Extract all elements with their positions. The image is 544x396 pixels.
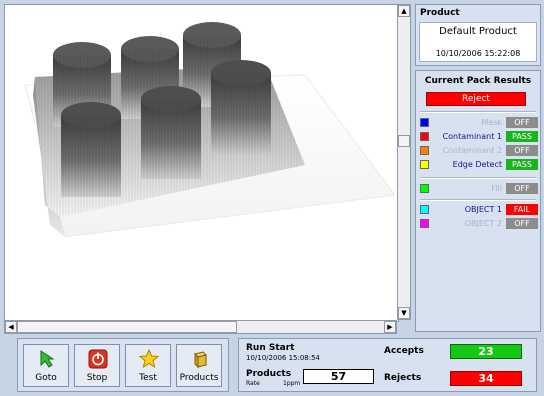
accepts-label: Accepts — [384, 346, 424, 356]
star-icon — [139, 349, 159, 369]
pack-results-panel: Current Pack Results Reject Mask OFF Con… — [415, 70, 541, 332]
inspection-row-object-1[interactable]: OBJECT 1 FAIL — [420, 204, 538, 216]
divider — [420, 199, 536, 201]
products-count-value: 57 — [303, 369, 374, 384]
status-badge: OFF — [506, 145, 538, 156]
horizontal-scroll-thumb[interactable] — [17, 321, 237, 333]
run-start-value: 10/10/2006 15:08:54 — [246, 354, 321, 362]
scroll-left-button[interactable]: ◀ — [5, 321, 17, 333]
test-button[interactable]: Test — [125, 344, 171, 387]
inspection-label: Edge Detect — [452, 160, 502, 169]
inspection-row-fill[interactable]: Fill OFF — [420, 183, 538, 195]
rate-label: Rate — [246, 380, 260, 387]
run-start-label: Run Start — [246, 343, 295, 353]
divider — [420, 111, 536, 113]
inspection-row-object-2[interactable]: OBJECT 2 OFF — [420, 218, 538, 230]
run-stats-panel: Run Start 10/10/2006 15:08:54 Products R… — [238, 338, 537, 392]
color-swatch — [420, 160, 429, 169]
pack-results-title: Current Pack Results — [424, 76, 532, 86]
inspection-row-contaminant-1[interactable]: Contaminant 1 PASS — [420, 131, 538, 143]
inspection-row-contaminant-2[interactable]: Contaminant 2 OFF — [420, 145, 538, 157]
accepts-value: 23 — [450, 344, 522, 359]
goto-arrow-icon — [40, 350, 55, 368]
vertical-scrollbar[interactable]: ▲ ▼ — [397, 4, 411, 320]
products-count-label: Products — [246, 369, 292, 379]
status-badge: OFF — [506, 218, 538, 229]
inspection-label: Contaminant 2 — [442, 146, 502, 155]
product-info-box[interactable]: Default Product 10/10/2006 15:22:08 — [419, 22, 537, 62]
status-badge: FAIL — [506, 204, 538, 215]
rejects-label: Rejects — [384, 373, 422, 383]
scroll-up-button[interactable]: ▲ — [398, 5, 410, 17]
inspection-label: Mask — [481, 118, 502, 127]
status-badge: PASS — [506, 159, 538, 170]
stop-button[interactable]: Stop — [74, 344, 120, 387]
cylinder-front-right — [211, 60, 271, 155]
inspection-label: OBJECT 1 — [464, 205, 502, 214]
action-toolbar: Goto Stop Test Products — [17, 338, 229, 392]
vertical-scroll-thumb[interactable] — [398, 135, 410, 147]
color-swatch — [420, 132, 429, 141]
status-badge: OFF — [506, 183, 538, 194]
goto-button[interactable]: Goto — [23, 344, 69, 387]
inspection-label: OBJECT 2 — [464, 219, 502, 228]
color-swatch — [420, 118, 429, 127]
products-button[interactable]: Products — [176, 344, 222, 387]
color-swatch — [420, 184, 429, 193]
app-window: ▲ ▼ ◀ ▶ Product Default Product 10/10/20… — [0, 0, 544, 396]
rate-value: 1ppm — [283, 380, 301, 387]
cylinder-front-middle — [141, 86, 201, 179]
product-name: Default Product — [439, 26, 517, 37]
horizontal-scrollbar[interactable]: ◀ ▶ — [4, 320, 397, 334]
overall-result-badge: Reject — [426, 92, 526, 106]
test-label: Test — [139, 373, 157, 383]
height-map-view[interactable] — [4, 4, 399, 322]
product-title: Product — [420, 8, 460, 18]
color-swatch — [420, 205, 429, 214]
product-datetime: 10/10/2006 15:22:08 — [435, 49, 521, 58]
color-swatch — [420, 146, 429, 155]
divider — [420, 177, 536, 179]
status-badge: PASS — [506, 131, 538, 142]
stop-power-icon — [88, 349, 108, 369]
status-badge: OFF — [506, 117, 538, 128]
color-swatch — [420, 219, 429, 228]
rejects-value: 34 — [450, 371, 522, 386]
product-panel: Product Default Product 10/10/2006 15:22… — [415, 4, 541, 66]
products-box-icon — [194, 351, 207, 369]
goto-label: Goto — [35, 373, 57, 383]
height-map-image — [5, 5, 398, 321]
inspection-label: Fill — [491, 184, 502, 193]
inspection-row-mask[interactable]: Mask OFF — [420, 117, 538, 129]
scroll-down-button[interactable]: ▼ — [398, 307, 410, 319]
inspection-label: Contaminant 1 — [442, 132, 502, 141]
scroll-right-button[interactable]: ▶ — [384, 321, 396, 333]
products-label: Products — [179, 373, 219, 383]
inspection-row-edge-detect[interactable]: Edge Detect PASS — [420, 159, 538, 171]
stop-label: Stop — [86, 373, 108, 383]
cylinder-front-left — [61, 102, 121, 197]
